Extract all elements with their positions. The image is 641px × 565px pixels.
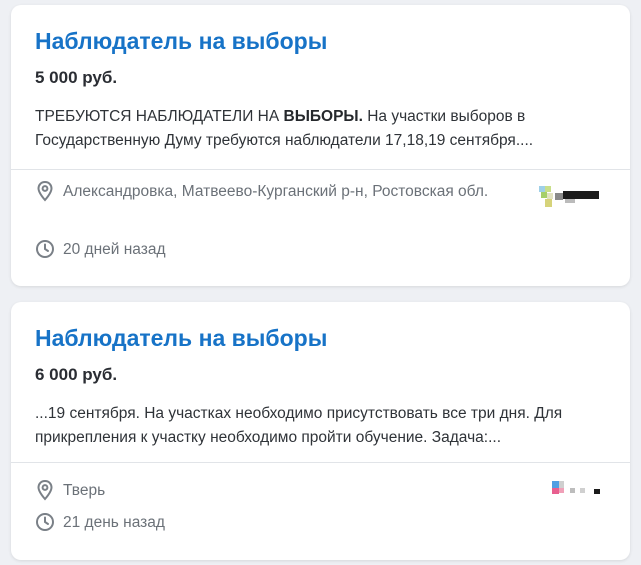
salary: 5 000 руб. — [35, 68, 118, 87]
job-title-link[interactable]: Наблюдатель на выборы — [35, 323, 606, 353]
location-row: Тверь — [35, 479, 105, 503]
location-text: Тверь — [63, 482, 106, 499]
company-logo — [539, 186, 599, 210]
divider — [11, 169, 630, 170]
location-pin-icon — [37, 180, 53, 202]
location-pin-icon — [37, 479, 53, 501]
clock-icon — [36, 513, 54, 531]
snippet-text: ТРЕБУЮТСЯ НАБЛЮДАТЕЛИ НА — [35, 108, 284, 125]
posted-row: 21 день назад — [35, 511, 165, 535]
company-logo — [540, 481, 600, 505]
job-card[interactable]: Наблюдатель на выборы 5 000 руб. ТРЕБУЮТ… — [11, 5, 630, 286]
job-snippet: ...19 сентября. На участках необходимо п… — [35, 405, 563, 446]
posted-date: 21 день назад — [63, 514, 165, 531]
job-card[interactable]: Наблюдатель на выборы 6 000 руб. ...19 с… — [11, 302, 630, 560]
location-text: Александровка, Матвеево-Курганский р-н, … — [63, 183, 489, 200]
salary: 6 000 руб. — [35, 365, 118, 384]
clock-icon — [36, 240, 54, 258]
posted-row: 20 дней назад — [35, 238, 166, 262]
job-snippet: ТРЕБУЮТСЯ НАБЛЮДАТЕЛИ НА ВЫБОРЫ. На учас… — [35, 105, 595, 153]
job-title-link[interactable]: Наблюдатель на выборы — [35, 26, 606, 56]
posted-date: 20 дней назад — [63, 241, 166, 258]
divider — [11, 462, 630, 463]
snippet-highlight: ВЫБОРЫ. — [283, 108, 363, 125]
location-row: Александровка, Матвеево-Курганский р-н, … — [35, 180, 515, 204]
